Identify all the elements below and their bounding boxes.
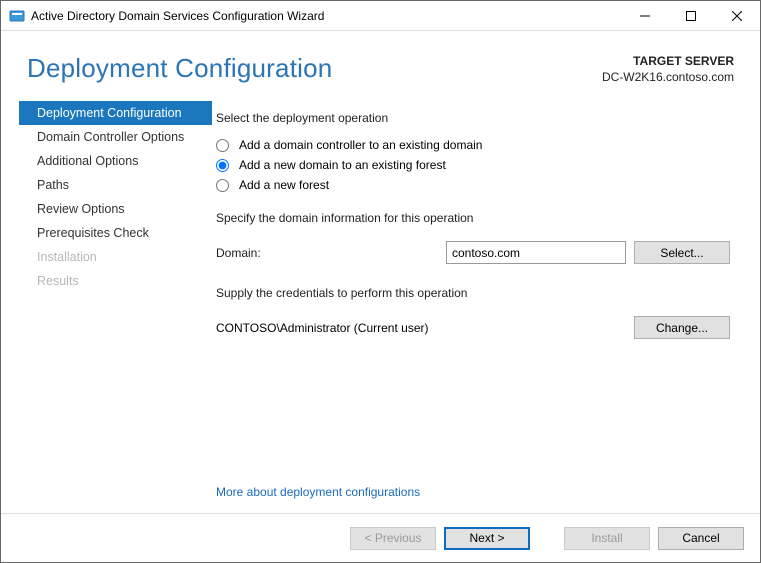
radio-input[interactable] [216,159,229,172]
credentials-value: CONTOSO\Administrator (Current user) [216,321,634,335]
header: Deployment Configuration TARGET SERVER D… [1,31,760,91]
domain-input[interactable] [446,241,626,264]
target-server-block: TARGET SERVER DC-W2K16.contoso.com [602,53,734,85]
step-installation: Installation [19,245,212,269]
radio-add-domain-existing-forest[interactable]: Add a new domain to an existing forest [216,158,730,172]
radio-label: Add a domain controller to an existing d… [239,138,482,152]
select-operation-label: Select the deployment operation [216,111,730,125]
previous-button: < Previous [350,527,436,550]
window-title: Active Directory Domain Services Configu… [31,9,622,23]
specify-domain-label: Specify the domain information for this … [216,211,730,225]
domain-row: Domain: Select... [216,241,730,264]
maximize-button[interactable] [668,1,714,31]
close-button[interactable] [714,1,760,31]
page-title: Deployment Configuration [27,53,602,84]
radio-input[interactable] [216,179,229,192]
body: Deployment Configuration Domain Controll… [1,91,760,513]
step-deployment-configuration[interactable]: Deployment Configuration [19,101,212,125]
target-server-host: DC-W2K16.contoso.com [602,69,734,85]
step-paths[interactable]: Paths [19,173,212,197]
change-credentials-button[interactable]: Change... [634,316,730,339]
step-label: Prerequisites Check [37,226,149,240]
step-label: Installation [37,250,97,264]
step-review-options[interactable]: Review Options [19,197,212,221]
step-label: Deployment Configuration [37,106,182,120]
domain-field-label: Domain: [216,246,446,260]
credentials-row: CONTOSO\Administrator (Current user) Cha… [216,316,730,339]
target-server-label: TARGET SERVER [602,53,734,69]
titlebar: Active Directory Domain Services Configu… [1,1,760,31]
step-domain-controller-options[interactable]: Domain Controller Options [19,125,212,149]
step-label: Review Options [37,202,125,216]
app-icon [9,8,25,24]
wizard-window: Active Directory Domain Services Configu… [0,0,761,563]
select-domain-button[interactable]: Select... [634,241,730,264]
next-button[interactable]: Next > [444,527,530,550]
step-additional-options[interactable]: Additional Options [19,149,212,173]
sidebar: Deployment Configuration Domain Controll… [1,91,212,513]
supply-credentials-label: Supply the credentials to perform this o… [216,286,730,300]
step-label: Paths [37,178,69,192]
cancel-button[interactable]: Cancel [658,527,744,550]
main-panel: Select the deployment operation Add a do… [212,91,734,513]
step-label: Domain Controller Options [37,130,184,144]
radio-label: Add a new domain to an existing forest [239,158,446,172]
step-label: Additional Options [37,154,138,168]
radio-input[interactable] [216,139,229,152]
footer: < Previous Next > Install Cancel [1,513,760,562]
step-prerequisites-check[interactable]: Prerequisites Check [19,221,212,245]
radio-add-dc-existing-domain[interactable]: Add a domain controller to an existing d… [216,138,730,152]
radio-label: Add a new forest [239,178,329,192]
step-results: Results [19,269,212,293]
radio-add-new-forest[interactable]: Add a new forest [216,178,730,192]
install-button: Install [564,527,650,550]
more-about-link[interactable]: More about deployment configurations [216,485,730,499]
step-label: Results [37,274,79,288]
minimize-button[interactable] [622,1,668,31]
